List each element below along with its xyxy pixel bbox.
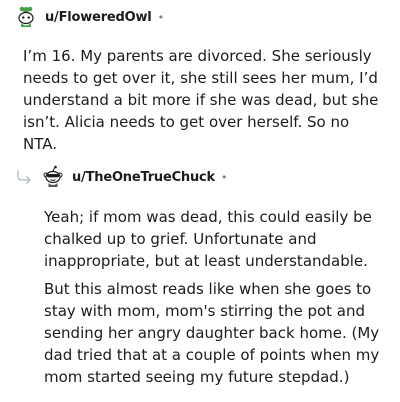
comment-header: u/TheOneTrueChuck • xyxy=(15,164,394,190)
avatar[interactable] xyxy=(41,165,65,189)
snoo-avatar-flower-icon xyxy=(14,5,38,29)
comment-body: Yeah; if mom was dead, this could easily… xyxy=(44,206,389,388)
separator-dot: • xyxy=(157,10,165,24)
avatar[interactable] xyxy=(14,5,38,29)
separator-dot: • xyxy=(221,170,228,184)
comment-body: I’m 16. My parents are divorced. She ser… xyxy=(23,45,383,155)
comment-paragraph: I’m 16. My parents are divorced. She ser… xyxy=(23,47,379,153)
comment-header: u/FloweredOwl • xyxy=(14,4,394,30)
comment: u/FloweredOwl • I’m 16. My parents are d… xyxy=(14,4,394,155)
reply-arrow-icon xyxy=(15,169,35,185)
comment-paragraph: But this almost reads like when she goes… xyxy=(44,280,380,386)
username[interactable]: u/TheOneTrueChuck xyxy=(72,170,215,185)
snoo-avatar-icon xyxy=(41,165,65,189)
username[interactable]: u/FloweredOwl xyxy=(45,10,152,25)
reply-comment: u/TheOneTrueChuck • Yeah; if mom was dea… xyxy=(14,164,394,388)
comment-paragraph: Yeah; if mom was dead, this could easily… xyxy=(44,208,372,270)
